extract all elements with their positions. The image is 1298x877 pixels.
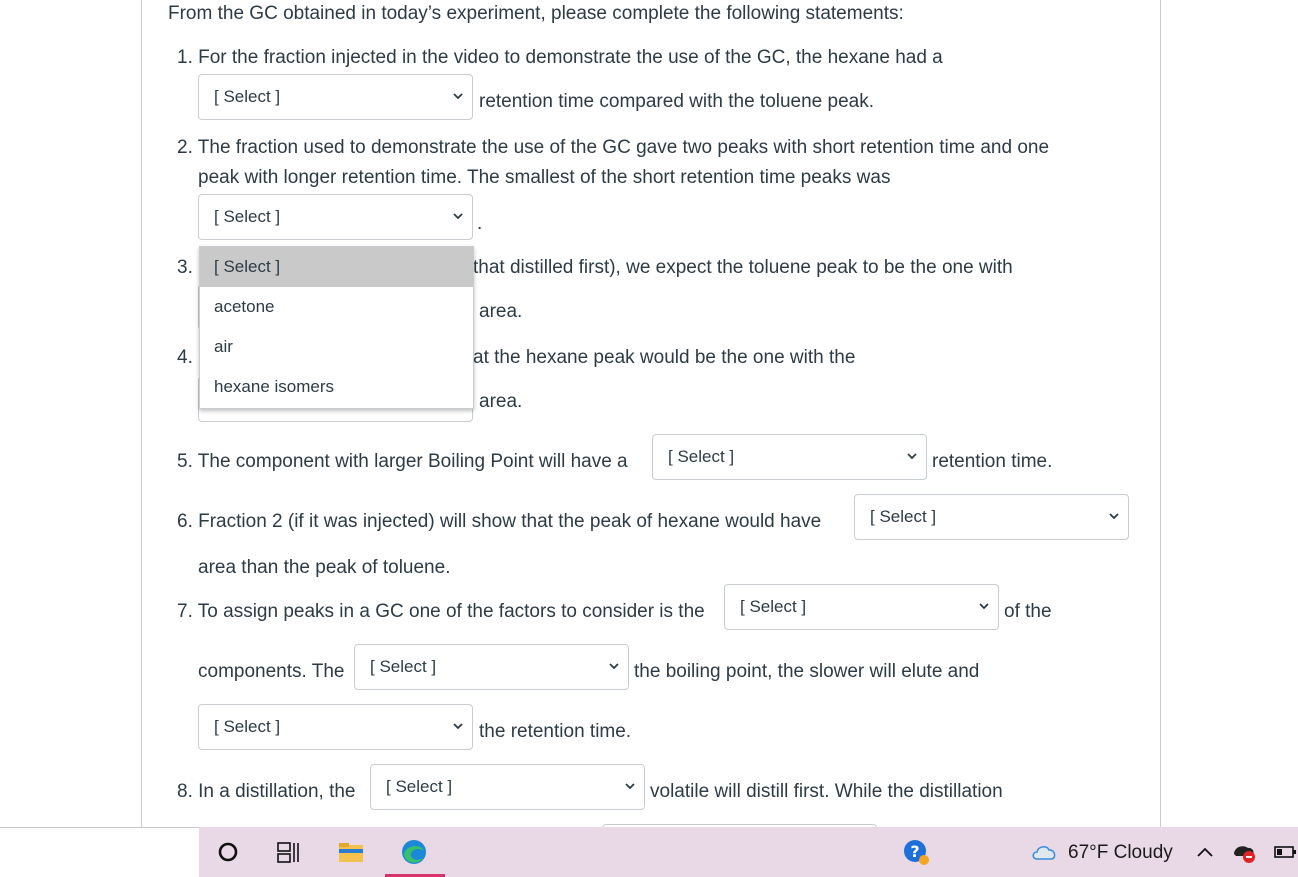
select-value: [ Select ]: [214, 87, 281, 106]
question-8-select[interactable]: [ Select ]: [370, 764, 645, 810]
question-6-text: 6. Fraction 2 (if it was injected) will …: [177, 511, 822, 532]
select-value: [ Select ]: [370, 657, 437, 676]
select-value: [ Select ]: [668, 447, 735, 466]
task-view-icon[interactable]: [273, 837, 303, 867]
chevron-down-icon: [453, 93, 463, 100]
select-value: [ Select ]: [214, 207, 281, 226]
question-7-of-the: of the: [1004, 601, 1052, 622]
question-1-select[interactable]: [ Select ]: [198, 74, 473, 120]
network-status-icon[interactable]: [1229, 837, 1259, 867]
question-2-period: .: [477, 213, 483, 234]
question-5-tail: retention time.: [932, 451, 1053, 472]
dropdown-options-list: [ Select ] acetone air hexane isomers: [199, 246, 474, 409]
dropdown-option-acetone[interactable]: acetone: [200, 287, 473, 327]
question-2-select[interactable]: [ Select ]: [198, 194, 473, 240]
option-label: air: [214, 337, 233, 356]
question-8-text: 8. In a distillation, the: [177, 781, 356, 802]
file-explorer-icon[interactable]: [336, 837, 366, 867]
question-7-select-3[interactable]: [ Select ]: [198, 704, 473, 750]
weather-label[interactable]: 67°F Cloudy: [1068, 842, 1173, 864]
dropdown-option-air[interactable]: air: [200, 327, 473, 367]
select-value: [ Select ]: [214, 717, 281, 736]
question-7-line2-tail: the boiling point, the slower will elute…: [634, 661, 980, 682]
select-value: [ Select ]: [386, 777, 453, 796]
dropdown-option-hexane-isomers[interactable]: hexane isomers: [200, 367, 473, 407]
question-7-select-1[interactable]: [ Select ]: [724, 584, 999, 630]
battery-icon[interactable]: [1270, 837, 1298, 867]
chevron-down-icon: [907, 453, 917, 460]
chevron-down-icon: [453, 213, 463, 220]
svg-text:?: ?: [910, 842, 919, 861]
question-2-text: 2. The fraction used to demonstrate the …: [177, 137, 1050, 158]
select-value: [ Select ]: [870, 507, 937, 526]
option-label: acetone: [214, 297, 275, 316]
option-label: [ Select ]: [214, 257, 281, 276]
question-7-text: 7. To assign peaks in a GC one of the fa…: [177, 601, 705, 622]
cloud-icon[interactable]: [1030, 837, 1060, 867]
question-3-tail: area.: [479, 301, 523, 322]
question-7-select-2[interactable]: [ Select ]: [354, 644, 629, 690]
question-6-tail: area than the peak of toluene.: [198, 557, 451, 578]
chevron-down-icon: [1109, 513, 1119, 520]
search-circle-icon[interactable]: [213, 837, 243, 867]
chevron-down-icon: [625, 783, 635, 790]
option-label: hexane isomers: [214, 377, 335, 396]
question-3-number: 3.: [177, 257, 193, 278]
edge-browser-icon[interactable]: [399, 837, 429, 867]
question-4-number: 4.: [177, 347, 193, 368]
taskbar-search-box[interactable]: [0, 827, 199, 877]
quiz-instructions: From the GC obtained in today’s experime…: [168, 3, 904, 24]
question-8-tail: volatile will distill first. While the d…: [650, 781, 1003, 802]
question-1-tail: retention time compared with the toluene…: [479, 91, 875, 112]
question-1-text: 1. For the fraction injected in the vide…: [177, 47, 943, 68]
question-7-line3-tail: the retention time.: [479, 721, 632, 742]
question-6-select[interactable]: [ Select ]: [854, 494, 1129, 540]
question-5-text: 5. The component with larger Boiling Poi…: [177, 451, 628, 472]
question-2-text-line2: peak with longer retention time. The sma…: [198, 167, 891, 188]
help-app-icon[interactable]: ?: [901, 837, 931, 867]
question-4-text: at the hexane peak would be the one with…: [473, 347, 856, 368]
chevron-down-icon: [453, 723, 463, 730]
chevron-down-icon: [979, 603, 989, 610]
dropdown-option-select[interactable]: [ Select ]: [200, 247, 473, 287]
windows-taskbar: ? 67°F Cloudy: [0, 827, 1298, 877]
question-4-tail: area.: [479, 391, 523, 412]
chevron-down-icon: [609, 663, 619, 670]
question-3-text: that distilled first), we expect the tol…: [473, 257, 1013, 278]
chevron-up-icon[interactable]: [1190, 837, 1220, 867]
question-7-line2-text: components. The: [198, 661, 345, 682]
question-5-select[interactable]: [ Select ]: [652, 434, 927, 480]
select-value: [ Select ]: [740, 597, 807, 616]
